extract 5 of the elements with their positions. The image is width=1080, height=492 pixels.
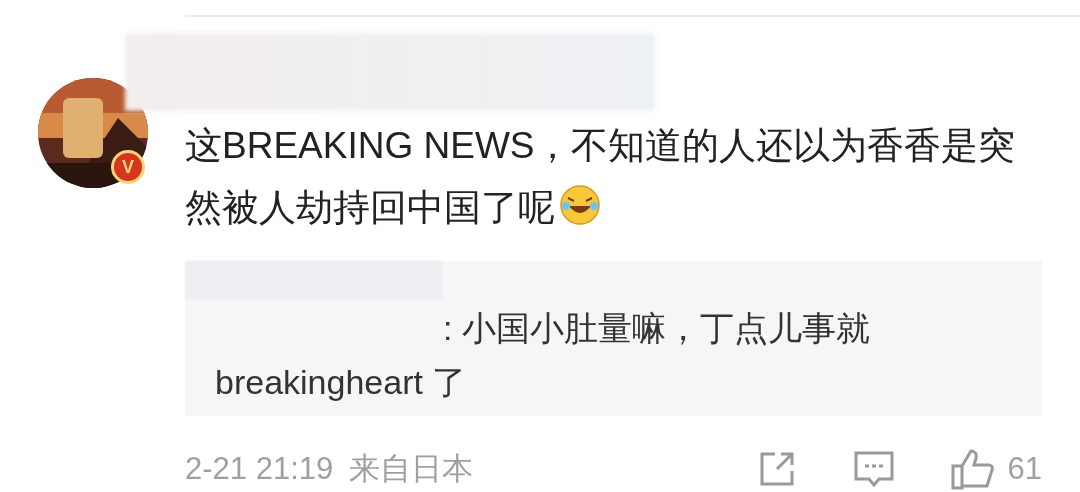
- timestamp: 2-21 21:19: [185, 449, 334, 488]
- like-button[interactable]: 61: [949, 445, 1042, 492]
- comment-text: 这BREAKING NEWS，不知道的人还以为香香是突然被人劫持回中国了呢: [185, 124, 1017, 230]
- reply-text: : 小国小肚量嘛，丁点儿事就 breakingheart 了: [215, 308, 871, 403]
- source-label: 来自日本: [349, 449, 474, 488]
